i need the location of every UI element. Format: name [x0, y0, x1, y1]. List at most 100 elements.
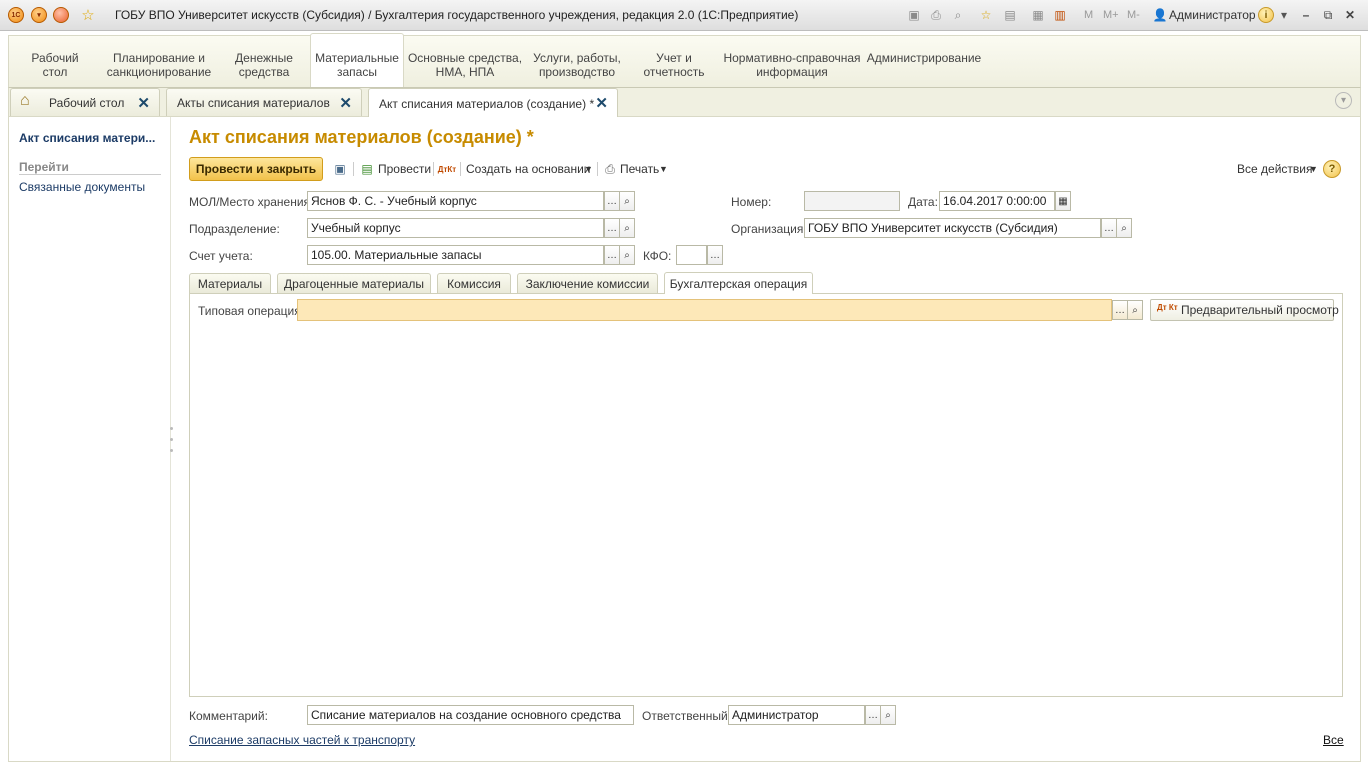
restore-icon[interactable]: ⧉: [1320, 7, 1336, 23]
section-reference[interactable]: Нормативно-справочная информация: [723, 51, 860, 79]
post-button[interactable]: Провести: [378, 162, 431, 176]
post-and-close-button[interactable]: Провести и закрыть: [189, 157, 323, 181]
link-icon[interactable]: ▤: [1002, 7, 1018, 23]
user-icon: 👤: [1152, 8, 1168, 22]
close-tab-icon[interactable]: ✕: [137, 94, 150, 112]
tab-writeoff-create[interactable]: Акт списания материалов (создание) * ✕: [368, 88, 618, 118]
create-based-on-button[interactable]: Создать на основании: [466, 162, 591, 176]
mol-field[interactable]: Яснов Ф. С. - Учебный корпус: [307, 191, 604, 211]
dt-kt-icon: Дт Кт: [1157, 303, 1178, 312]
splitter-handle[interactable]: [170, 427, 173, 430]
mol-select-button[interactable]: …: [604, 191, 620, 211]
close-tab-icon[interactable]: ✕: [595, 94, 608, 112]
all-link[interactable]: Все: [1323, 733, 1344, 747]
tab-accounting-operation[interactable]: Бухгалтерская операция: [664, 272, 813, 294]
account-label: Счет учета:: [189, 249, 253, 263]
search-icon[interactable]: ⌕: [880, 705, 896, 725]
preview-icon[interactable]: ⌕: [950, 7, 966, 23]
section-materials[interactable]: Материальные запасы: [315, 51, 399, 79]
nav-divider: [19, 174, 161, 175]
1c-logo-icon[interactable]: 1С: [8, 7, 24, 23]
department-label: Подразделение:: [189, 222, 280, 236]
calendar-icon[interactable]: ▦: [1055, 191, 1071, 211]
search-icon[interactable]: ⌕: [619, 245, 635, 265]
user-name[interactable]: Администратор: [1169, 8, 1256, 22]
responsible-field[interactable]: Администратор: [728, 705, 865, 725]
account-field[interactable]: 105.00. Материальные запасы: [307, 245, 604, 265]
history-icon[interactable]: [53, 7, 69, 23]
chevron-down-icon[interactable]: ▾: [1276, 7, 1292, 23]
tab-materials[interactable]: Материалы: [189, 273, 271, 294]
department-field[interactable]: Учебный корпус: [307, 218, 604, 238]
section-cash[interactable]: Денежные средства: [235, 51, 293, 79]
print-icon[interactable]: ⎙: [601, 160, 619, 178]
kfo-field[interactable]: [676, 245, 707, 265]
kfo-select-button[interactable]: …: [707, 245, 723, 265]
print-icon[interactable]: ⎙: [928, 7, 944, 23]
number-label: Номер:: [731, 195, 772, 209]
memory-plus-button[interactable]: M+: [1103, 9, 1119, 21]
page-title: Акт списания материалов (создание) *: [189, 127, 534, 147]
splitter-handle[interactable]: [170, 449, 173, 452]
close-tab-icon[interactable]: ✕: [339, 94, 352, 112]
window-title: ГОБУ ВПО Университет искусств (Субсидия)…: [115, 8, 799, 22]
help-icon[interactable]: ?: [1323, 160, 1341, 178]
number-field[interactable]: [804, 191, 900, 211]
comment-field[interactable]: Списание материалов на создание основног…: [307, 705, 634, 725]
chevron-down-icon[interactable]: ▼: [659, 164, 668, 174]
tab-desktop[interactable]: ⌂ Рабочий стол ✕: [10, 88, 160, 116]
dt-kt-icon[interactable]: ДтКт: [438, 160, 456, 178]
chevron-down-icon[interactable]: ▼: [1309, 164, 1318, 174]
memory-m-button[interactable]: M: [1084, 9, 1093, 21]
responsible-select-button[interactable]: …: [865, 705, 881, 725]
preliminary-preview-button[interactable]: Дт Кт Предварительный просмотр: [1150, 299, 1339, 321]
panel-toggle-icon[interactable]: ▾: [1335, 92, 1352, 109]
main-menu-icon[interactable]: ▾: [31, 7, 47, 23]
department-select-button[interactable]: …: [604, 218, 620, 238]
section-admin[interactable]: Администрирование: [867, 51, 981, 65]
nav-document-title[interactable]: Акт списания матери...: [19, 131, 155, 145]
close-icon[interactable]: ✕: [1342, 7, 1358, 23]
tab-commission-conclusion[interactable]: Заключение комиссии: [517, 273, 658, 294]
typical-operation-field[interactable]: [297, 299, 1112, 321]
tab-commission[interactable]: Комиссия: [437, 273, 511, 294]
tab-precious-materials[interactable]: Драгоценные материалы: [277, 273, 431, 294]
section-reporting[interactable]: Учет и отчетность: [644, 51, 705, 79]
memory-minus-button[interactable]: M-: [1127, 9, 1140, 21]
organization-field[interactable]: ГОБУ ВПО Университет искусств (Субсидия): [804, 218, 1101, 238]
post-icon[interactable]: ▤: [358, 160, 376, 178]
search-icon[interactable]: ⌕: [619, 191, 635, 211]
section-services[interactable]: Услуги, работы, производство: [533, 51, 621, 79]
date-field[interactable]: 16.04.2017 0:00:00: [939, 191, 1055, 211]
tab-writeoff-list[interactable]: Акты списания материалов ✕: [166, 88, 362, 116]
minimize-icon[interactable]: –: [1298, 7, 1314, 23]
search-icon[interactable]: ⌕: [1127, 300, 1143, 320]
calculator-icon[interactable]: ▦: [1030, 7, 1046, 23]
search-icon[interactable]: ⌕: [1116, 218, 1132, 238]
tab-panel-content: [189, 293, 1343, 697]
typical-operation-select-button[interactable]: …: [1112, 300, 1128, 320]
date-label: Дата:: [908, 195, 938, 209]
section-fixed-assets[interactable]: Основные средства, НМА, НПА: [408, 51, 522, 79]
account-select-button[interactable]: …: [604, 245, 620, 265]
desktop-icon: ⌂: [20, 92, 30, 109]
all-actions-button[interactable]: Все действия: [1237, 162, 1312, 176]
save-icon[interactable]: ▣: [331, 160, 349, 178]
tab-desktop-label: Рабочий стол: [49, 95, 125, 110]
nav-related-documents[interactable]: Связанные документы: [19, 180, 145, 194]
info-icon[interactable]: i: [1258, 7, 1274, 23]
add-favorite-icon[interactable]: ☆: [978, 7, 994, 23]
related-document-link[interactable]: Списание запасных частей к транспорту: [189, 733, 415, 747]
favorites-star-icon[interactable]: ☆: [80, 7, 96, 24]
chevron-down-icon[interactable]: ▼: [584, 164, 593, 174]
section-planning[interactable]: Планирование и санкционирование: [107, 51, 211, 79]
section-desktop[interactable]: Рабочий стол: [31, 51, 78, 79]
splitter-handle[interactable]: [170, 438, 173, 441]
print-button[interactable]: Печать: [620, 162, 659, 176]
toolbar-separator: [433, 162, 434, 176]
calendar-icon[interactable]: ▥: [1052, 7, 1068, 23]
save-icon[interactable]: ▣: [906, 7, 922, 23]
organization-label: Организация:: [731, 222, 807, 236]
search-icon[interactable]: ⌕: [619, 218, 635, 238]
organization-select-button[interactable]: …: [1101, 218, 1117, 238]
